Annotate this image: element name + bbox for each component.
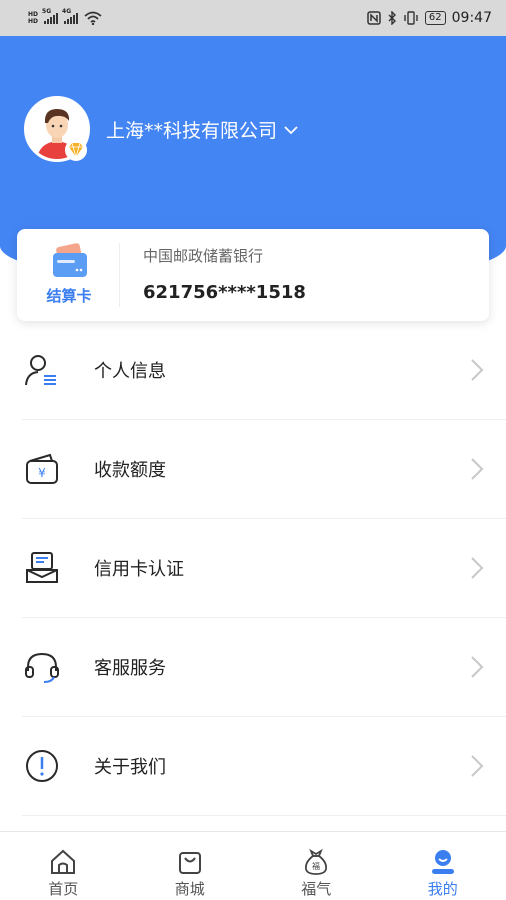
bank-name: 中国邮政储蓄银行 bbox=[143, 247, 264, 265]
menu-label: 信用卡认证 bbox=[94, 559, 184, 580]
tab-label: 商城 bbox=[174, 880, 205, 898]
vibrate-icon bbox=[404, 11, 418, 25]
user-info-icon bbox=[25, 355, 56, 386]
status-bar: HD HD 5G 4G 62 09:47 bbox=[0, 0, 506, 36]
menu-label: 收款额度 bbox=[94, 460, 166, 481]
svg-text:福: 福 bbox=[312, 862, 320, 871]
card-type-label: 结算卡 bbox=[46, 287, 92, 305]
network2-label: 4G bbox=[62, 8, 72, 15]
menu-label: 关于我们 bbox=[94, 757, 166, 778]
chevron-right-icon bbox=[471, 755, 484, 777]
menu-label: 个人信息 bbox=[94, 361, 166, 382]
menu-item-about-us[interactable]: 关于我们 bbox=[22, 717, 506, 816]
nfc-icon bbox=[367, 11, 381, 25]
menu-item-payment-limit[interactable]: ¥ 收款额度 bbox=[22, 420, 506, 519]
home-icon bbox=[51, 849, 76, 874]
credit-card-icon bbox=[26, 552, 58, 583]
sim1-label: HD bbox=[28, 11, 39, 18]
tab-home[interactable]: 首页 bbox=[0, 832, 127, 900]
wifi-icon bbox=[84, 11, 102, 25]
tab-label: 我的 bbox=[427, 880, 458, 898]
menu-item-customer-service[interactable]: 客服服务 bbox=[22, 618, 506, 717]
headset-icon bbox=[25, 652, 59, 683]
chevron-right-icon bbox=[471, 557, 484, 579]
card-number: 621756****1518 bbox=[143, 282, 306, 303]
shopping-bag-icon bbox=[178, 852, 201, 874]
menu-label: 客服服务 bbox=[94, 658, 166, 679]
menu-item-credit-card-auth[interactable]: 信用卡认证 bbox=[22, 519, 506, 618]
profile-icon bbox=[431, 850, 454, 874]
fortune-bag-icon: 福 bbox=[305, 848, 328, 875]
settlement-card[interactable]: 结算卡 中国邮政储蓄银行 621756****1518 bbox=[17, 229, 489, 321]
diamond-badge-icon bbox=[65, 139, 87, 161]
bottom-tab-bar: 首页 商城 福 福气 我的 bbox=[0, 831, 506, 900]
tab-label: 福气 bbox=[301, 880, 332, 898]
tab-label: 首页 bbox=[48, 880, 79, 898]
signal-icon-1: 5G bbox=[42, 8, 59, 24]
tab-fortune[interactable]: 福 福气 bbox=[253, 832, 380, 900]
wallet-icon: ¥ bbox=[26, 453, 58, 484]
settings-menu: 个人信息 ¥ 收款额度 信用卡认证 客服服务 关于我们 bbox=[0, 321, 506, 816]
chevron-down-icon bbox=[284, 125, 298, 134]
menu-item-personal-info[interactable]: 个人信息 bbox=[22, 321, 506, 420]
network1-label: 5G bbox=[42, 8, 52, 15]
sim2-label: HD bbox=[28, 18, 39, 25]
tab-mine[interactable]: 我的 bbox=[380, 832, 506, 900]
bank-card-icon bbox=[53, 243, 87, 277]
clock: 09:47 bbox=[451, 10, 492, 26]
status-right: 62 09:47 bbox=[367, 10, 492, 26]
card-divider bbox=[119, 243, 120, 307]
company-name: 上海**科技有限公司 bbox=[106, 120, 278, 142]
status-left: HD HD 5G 4G bbox=[28, 8, 102, 25]
info-icon bbox=[26, 750, 58, 782]
svg-text:¥: ¥ bbox=[38, 466, 46, 480]
company-selector[interactable]: 上海**科技有限公司 bbox=[106, 116, 299, 143]
tab-mall[interactable]: 商城 bbox=[127, 832, 254, 900]
signal-icon-2: 4G bbox=[62, 8, 79, 24]
chevron-right-icon bbox=[471, 458, 484, 480]
sim-indicators: HD HD bbox=[28, 11, 38, 25]
bluetooth-icon bbox=[388, 11, 396, 25]
battery-level: 62 bbox=[424, 11, 446, 25]
chevron-right-icon bbox=[471, 656, 484, 678]
chevron-right-icon bbox=[471, 359, 484, 381]
